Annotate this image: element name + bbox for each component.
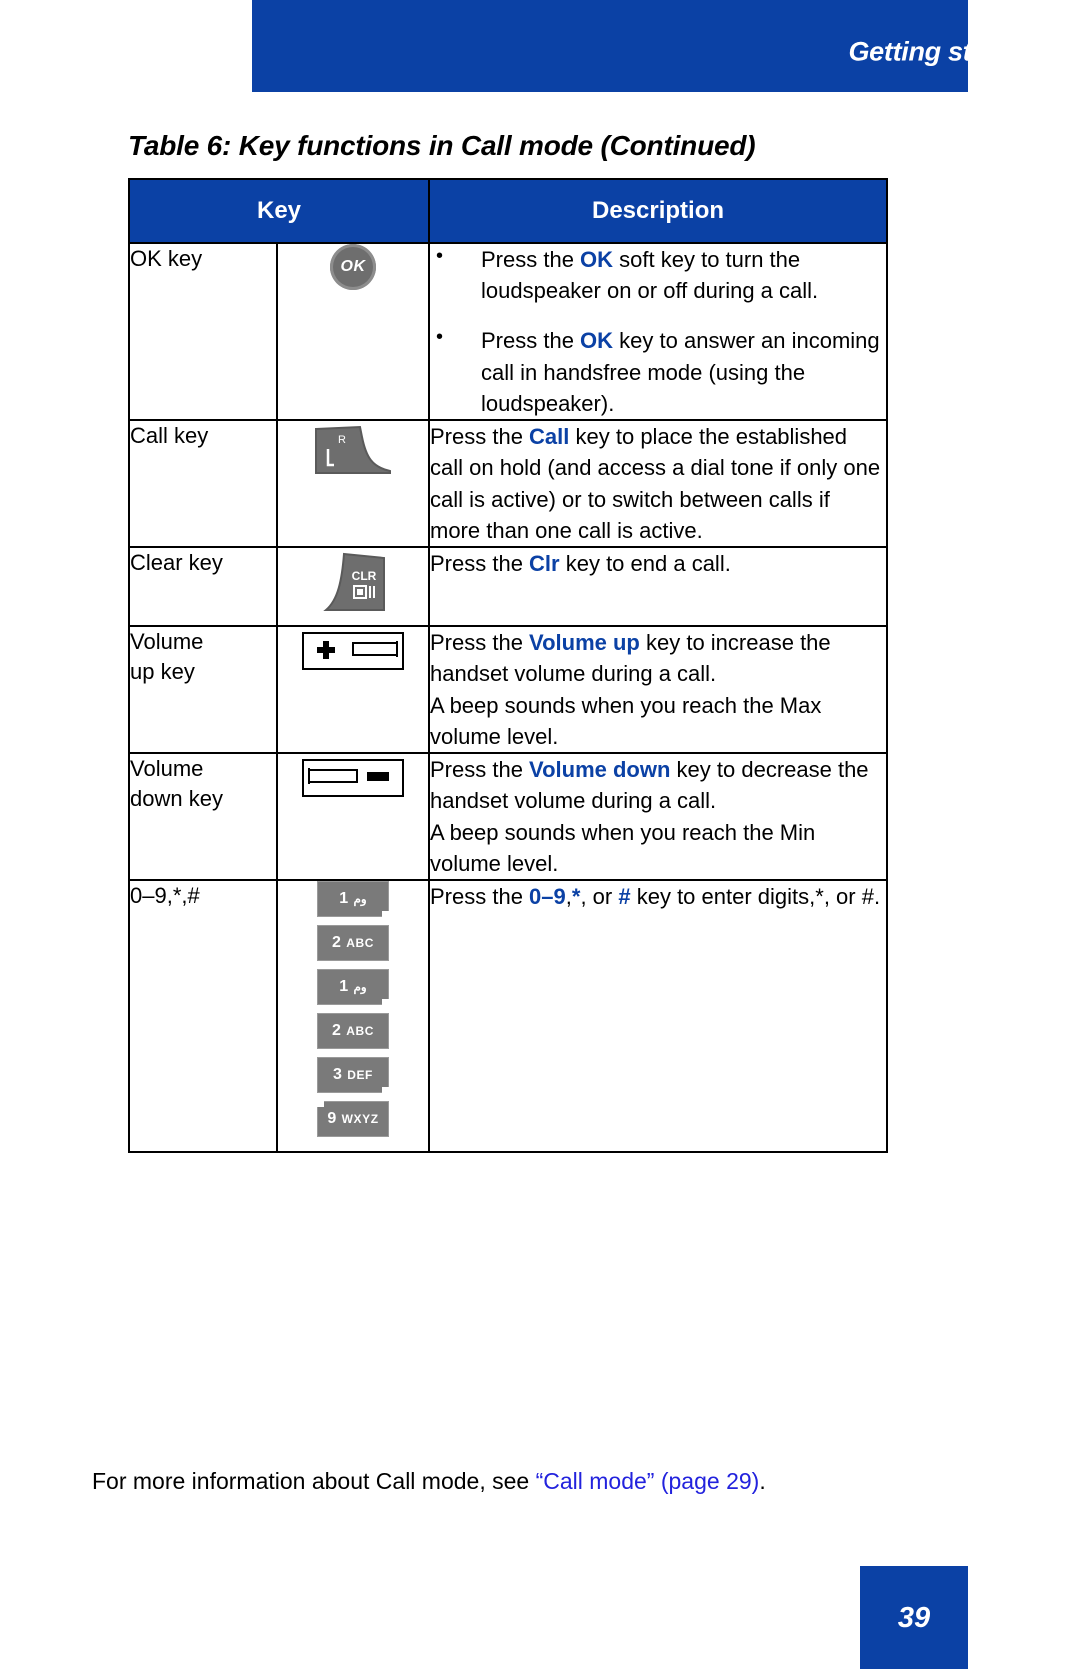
- list-item: Press the OK soft key to turn the loudsp…: [430, 242, 886, 306]
- keypad-key-1: 1 وم: [317, 880, 394, 920]
- body-text: key to end a call.: [559, 551, 731, 577]
- body-text: key to enter digits,*, or #.: [630, 883, 881, 909]
- footer-note: For more information about Call mode, se…: [92, 1468, 766, 1495]
- keypad-key-3: 3 DEF: [317, 1056, 394, 1096]
- description-paragraph: A beep sounds when you reach the Max vol…: [430, 690, 886, 752]
- column-header-key: Key: [128, 178, 430, 244]
- description-cell: Press the OK soft key to turn the loudsp…: [428, 242, 888, 422]
- table-row: Clear key CLR Press the Clr key to end a…: [128, 546, 888, 628]
- description-paragraph: Press the Call key to place the establis…: [430, 421, 886, 546]
- body-text: Press the: [430, 424, 530, 450]
- keypad-stack: 1 وم 2 ABC 1 وم 2 ABC 3 DEF 9 WXYZ: [312, 880, 394, 1137]
- key-name-cell: Volume up key: [128, 625, 278, 755]
- description-bullet-list: Press the OK soft key to turn the loudsp…: [430, 242, 886, 419]
- call-key-icon: R: [312, 421, 394, 479]
- volume-up-key-icon: [301, 627, 405, 675]
- emphasis-text: #: [618, 883, 631, 909]
- key-name-cell: 0–9,*,#: [128, 878, 278, 1153]
- emphasis-text: 0–9: [529, 883, 566, 909]
- clear-key-icon: CLR: [312, 548, 394, 620]
- body-text: Press the: [430, 883, 530, 909]
- svg-text:CLR: CLR: [352, 569, 377, 583]
- emphasis-text: Clr: [529, 551, 560, 577]
- key-icon-cell: [276, 625, 430, 755]
- call-mode-link[interactable]: “Call mode” (page 29): [536, 1468, 760, 1494]
- call-key-shape: R: [315, 426, 391, 475]
- column-header-description: Description: [428, 178, 888, 244]
- table-row: Volume down key Press the Volume down ke…: [128, 752, 888, 881]
- key-name-cell: Volume down key: [128, 752, 278, 881]
- page-number-block: 39: [860, 1566, 968, 1669]
- numeric-keypad-icon: 1 وم 2 ABC 1 وم 2 ABC 3 DEF 9 WXYZ: [312, 880, 394, 1137]
- body-text: Press the: [430, 630, 530, 656]
- volume-down-key-shape: [302, 759, 404, 798]
- key-icon-cell: OK: [276, 241, 430, 422]
- table-row: 0–9,*,# 1 وم 2 ABC 1 وم 2 ABC 3 DEF 9 WXYZ Press th…: [128, 878, 888, 1153]
- keypad-key-9: 9 WXYZ: [312, 1097, 389, 1137]
- key-icon-cell: CLR: [276, 546, 430, 628]
- emphasis-text: Volume up: [529, 630, 640, 656]
- volume-up-key-shape: [302, 632, 404, 671]
- table-row: OK key OK Press the OK soft key to turn …: [128, 241, 888, 422]
- keypad-key-2: 2 ABC: [317, 924, 389, 961]
- emphasis-text: OK: [580, 328, 614, 354]
- key-name-cell: Clear key: [128, 546, 278, 628]
- body-text: Press the: [430, 551, 530, 577]
- keypad-key-1: 1 وم: [317, 968, 394, 1008]
- body-text: A beep sounds when you reach the Min vol…: [430, 819, 816, 876]
- table-header-row: Key Description: [128, 178, 888, 244]
- ok-key-label: OK: [330, 244, 376, 290]
- key-name-cell: Call key: [128, 419, 278, 549]
- clear-key-shape: CLR: [323, 553, 385, 612]
- description-cell: Press the Clr key to end a call.: [428, 546, 888, 628]
- body-text: Press the: [481, 247, 581, 272]
- description-cell: Press the Call key to place the establis…: [428, 419, 888, 549]
- key-functions-table: Key Description OK key OK Press the OK s…: [128, 178, 888, 1153]
- description-cell: Press the Volume up key to increase the …: [428, 625, 888, 755]
- page-number: 39: [897, 1602, 931, 1634]
- emphasis-text: Call: [529, 424, 570, 450]
- description-paragraph: Press the 0–9,*, or # key to enter digit…: [430, 881, 886, 912]
- table-caption: Table 6: Key functions in Call mode (Con…: [128, 130, 756, 161]
- description-cell: Press the 0–9,*, or # key to enter digit…: [428, 878, 888, 1153]
- description-paragraph: Press the Volume down key to decrease th…: [430, 754, 886, 816]
- description-paragraph: A beep sounds when you reach the Min vol…: [430, 817, 886, 879]
- table-row: Call key R Press the Call key to place t…: [128, 419, 888, 549]
- table-row: Volume up key Press the Volume up key to…: [128, 625, 888, 755]
- keypad-key-2: 2 ABC: [317, 1012, 389, 1049]
- footer-note-prefix: For more information about Call mode, se…: [92, 1468, 536, 1494]
- body-text: , or: [580, 883, 619, 909]
- body-text: A beep sounds when you reach the Max vol…: [430, 692, 822, 749]
- key-icon-cell: [276, 752, 430, 881]
- list-item: Press the OK key to answer an incoming c…: [430, 323, 886, 419]
- ok-round-key-icon: OK: [330, 244, 376, 290]
- key-name-cell: OK key: [128, 241, 278, 422]
- description-cell: Press the Volume down key to decrease th…: [428, 752, 888, 881]
- emphasis-text: Volume down: [529, 757, 671, 783]
- footer-note-suffix: .: [759, 1468, 766, 1494]
- bullet-text-2: Press the OK key to answer an incoming c…: [481, 328, 880, 415]
- svg-text:R: R: [338, 434, 346, 446]
- header-title: Getting started: [848, 36, 1036, 67]
- key-icon-cell: 1 وم 2 ABC 1 وم 2 ABC 3 DEF 9 WXYZ: [276, 878, 430, 1153]
- body-text: Press the: [481, 328, 581, 354]
- emphasis-text: OK: [580, 247, 614, 272]
- description-paragraph: Press the Volume up key to increase the …: [430, 627, 886, 689]
- body-text: Press the: [430, 757, 530, 783]
- key-icon-cell: R: [276, 419, 430, 549]
- volume-down-key-icon: [301, 754, 405, 802]
- description-paragraph: Press the Clr key to end a call.: [430, 548, 886, 579]
- bullet-text-1: Press the OK soft key to turn the loudsp…: [481, 247, 818, 303]
